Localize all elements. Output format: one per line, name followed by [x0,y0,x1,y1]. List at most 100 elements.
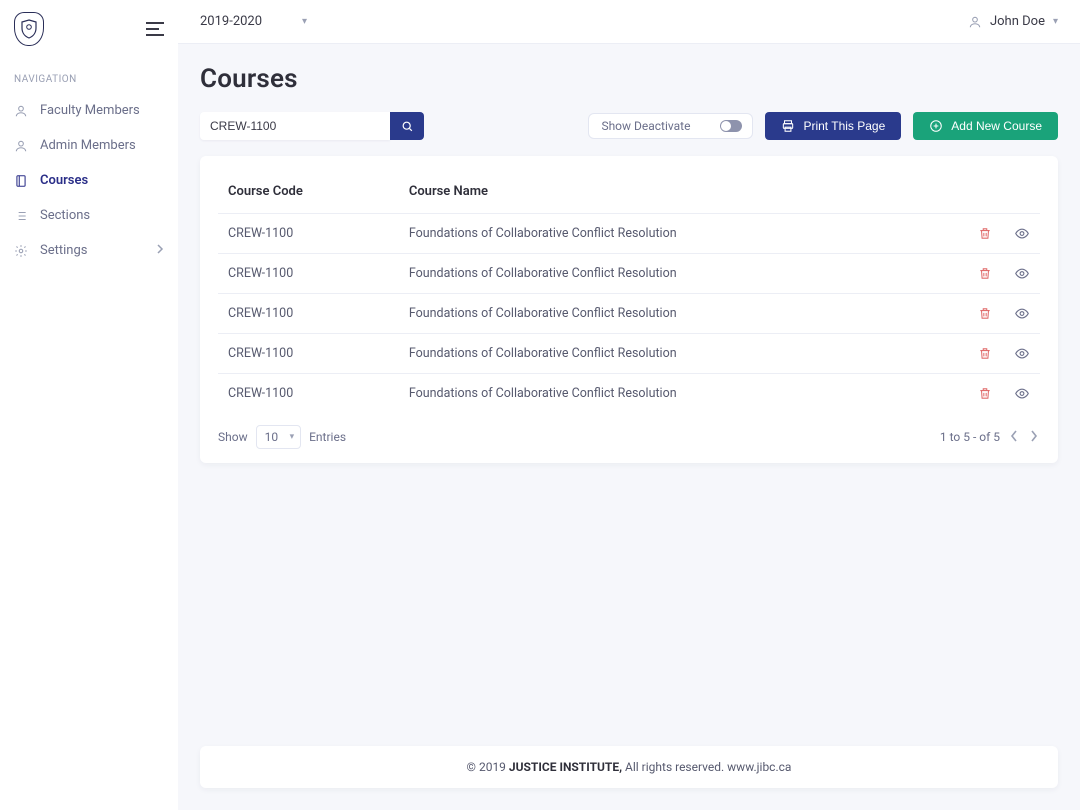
chevron-down-icon: ▾ [1053,16,1058,27]
search-button[interactable] [390,112,424,140]
footer-bar: © 2019 JUSTICE INSTITUTE, All rights res… [200,746,1058,788]
page-size-value: 10 [265,430,279,444]
view-row-button[interactable] [1014,386,1030,401]
print-page-button[interactable]: Print This Page [765,112,901,140]
courses-table: Course Code Course Name CREW-1100Foundat… [218,174,1040,413]
year-selector-value: 2019-2020 [200,14,262,29]
user-icon [14,139,28,153]
delete-row-button[interactable] [978,346,992,361]
page-size-selector[interactable]: 10 ▾ [256,425,302,449]
cell-course-name: Foundations of Collaborative Conflict Re… [399,334,925,374]
year-selector[interactable]: 2019-2020 ▾ [200,14,307,29]
search-icon [401,120,414,133]
cell-course-code: CREW-1100 [218,254,399,294]
cell-course-name: Foundations of Collaborative Conflict Re… [399,374,925,414]
printer-icon [781,119,795,133]
user-name: John Doe [990,14,1045,29]
sidebar: NAVIGATION Faculty Members Admin Members… [0,0,178,810]
sidebar-item-courses[interactable]: Courses [0,163,178,198]
view-row-button[interactable] [1014,346,1030,361]
print-page-label: Print This Page [803,119,885,133]
sidebar-item-label: Courses [40,173,88,188]
sidebar-item-faculty-members[interactable]: Faculty Members [0,93,178,128]
user-menu[interactable]: John Doe ▾ [968,14,1058,29]
table-row[interactable]: CREW-1100Foundations of Collaborative Co… [218,214,1040,254]
user-icon [14,104,28,118]
col-header-name[interactable]: Course Name [399,174,925,214]
table-row[interactable]: CREW-1100Foundations of Collaborative Co… [218,374,1040,414]
trash-icon [978,386,992,401]
entries-label: Entries [309,430,346,444]
delete-row-button[interactable] [978,266,992,281]
table-footer: Show 10 ▾ Entries 1 to 5 - of 5 [218,413,1040,449]
eye-icon [1014,346,1030,361]
show-label: Show [218,430,248,444]
view-row-button[interactable] [1014,306,1030,321]
trash-icon [978,226,992,241]
show-deactivate-label: Show Deactivate [601,119,690,133]
topbar: 2019-2020 ▾ John Doe ▾ [178,0,1080,44]
table-row[interactable]: CREW-1100Foundations of Collaborative Co… [218,334,1040,374]
trash-icon [978,266,992,281]
content: Courses Show Deactivate Print This Page … [178,44,1080,746]
table-row[interactable]: CREW-1100Foundations of Collaborative Co… [218,254,1040,294]
sidebar-top [0,12,178,64]
search-input[interactable] [200,112,390,140]
cell-course-code: CREW-1100 [218,214,399,254]
cell-course-name: Foundations of Collaborative Conflict Re… [399,214,925,254]
eye-icon [1014,226,1030,241]
sidebar-item-label: Sections [40,208,90,223]
sidebar-item-label: Settings [40,243,87,258]
prev-page-button[interactable] [1008,429,1020,445]
brand-logo[interactable] [14,12,44,46]
eye-icon [1014,266,1030,281]
delete-row-button[interactable] [978,226,992,241]
col-header-code[interactable]: Course Code [218,174,399,214]
trash-icon [978,306,992,321]
sidebar-item-label: Admin Members [40,138,136,153]
cell-actions [925,334,1040,374]
eye-icon [1014,306,1030,321]
chevron-down-icon: ▾ [302,16,307,27]
cell-course-name: Foundations of Collaborative Conflict Re… [399,254,925,294]
table-row[interactable]: CREW-1100Foundations of Collaborative Co… [218,294,1040,334]
view-row-button[interactable] [1014,266,1030,281]
chevron-right-icon [156,243,164,258]
range-text: 1 to 5 - of 5 [940,430,1000,444]
list-icon [14,209,28,223]
chevron-down-icon: ▾ [290,432,295,442]
show-deactivate-toggle[interactable] [720,120,742,132]
cell-course-code: CREW-1100 [218,294,399,334]
toolbar: Show Deactivate Print This Page Add New … [200,112,1058,140]
cell-actions [925,294,1040,334]
footer-copyright-prefix: © 2019 [467,760,509,774]
sidebar-item-label: Faculty Members [40,103,140,118]
cell-course-name: Foundations of Collaborative Conflict Re… [399,294,925,334]
search-wrap [200,112,424,140]
col-header-actions [925,174,1040,214]
show-deactivate-control: Show Deactivate [588,113,753,139]
sidebar-toggle-button[interactable] [146,22,164,36]
sidebar-item-settings[interactable]: Settings [0,233,178,268]
cell-actions [925,374,1040,414]
cell-course-code: CREW-1100 [218,334,399,374]
footer-brand: JUSTICE INSTITUTE, [509,760,622,774]
view-row-button[interactable] [1014,226,1030,241]
delete-row-button[interactable] [978,386,992,401]
user-icon [968,15,982,29]
sidebar-item-sections[interactable]: Sections [0,198,178,233]
chevron-right-icon [1030,430,1038,442]
shield-icon [20,19,38,39]
add-course-button[interactable]: Add New Course [913,112,1058,140]
next-page-button[interactable] [1028,429,1040,445]
cell-actions [925,254,1040,294]
entries-control: Show 10 ▾ Entries [218,425,346,449]
sidebar-item-admin-members[interactable]: Admin Members [0,128,178,163]
delete-row-button[interactable] [978,306,992,321]
eye-icon [1014,386,1030,401]
add-course-label: Add New Course [951,119,1042,133]
chevron-left-icon [1010,430,1018,442]
page-title: Courses [200,64,1058,94]
trash-icon [978,346,992,361]
main: 2019-2020 ▾ John Doe ▾ Courses Show Deac… [178,0,1080,810]
